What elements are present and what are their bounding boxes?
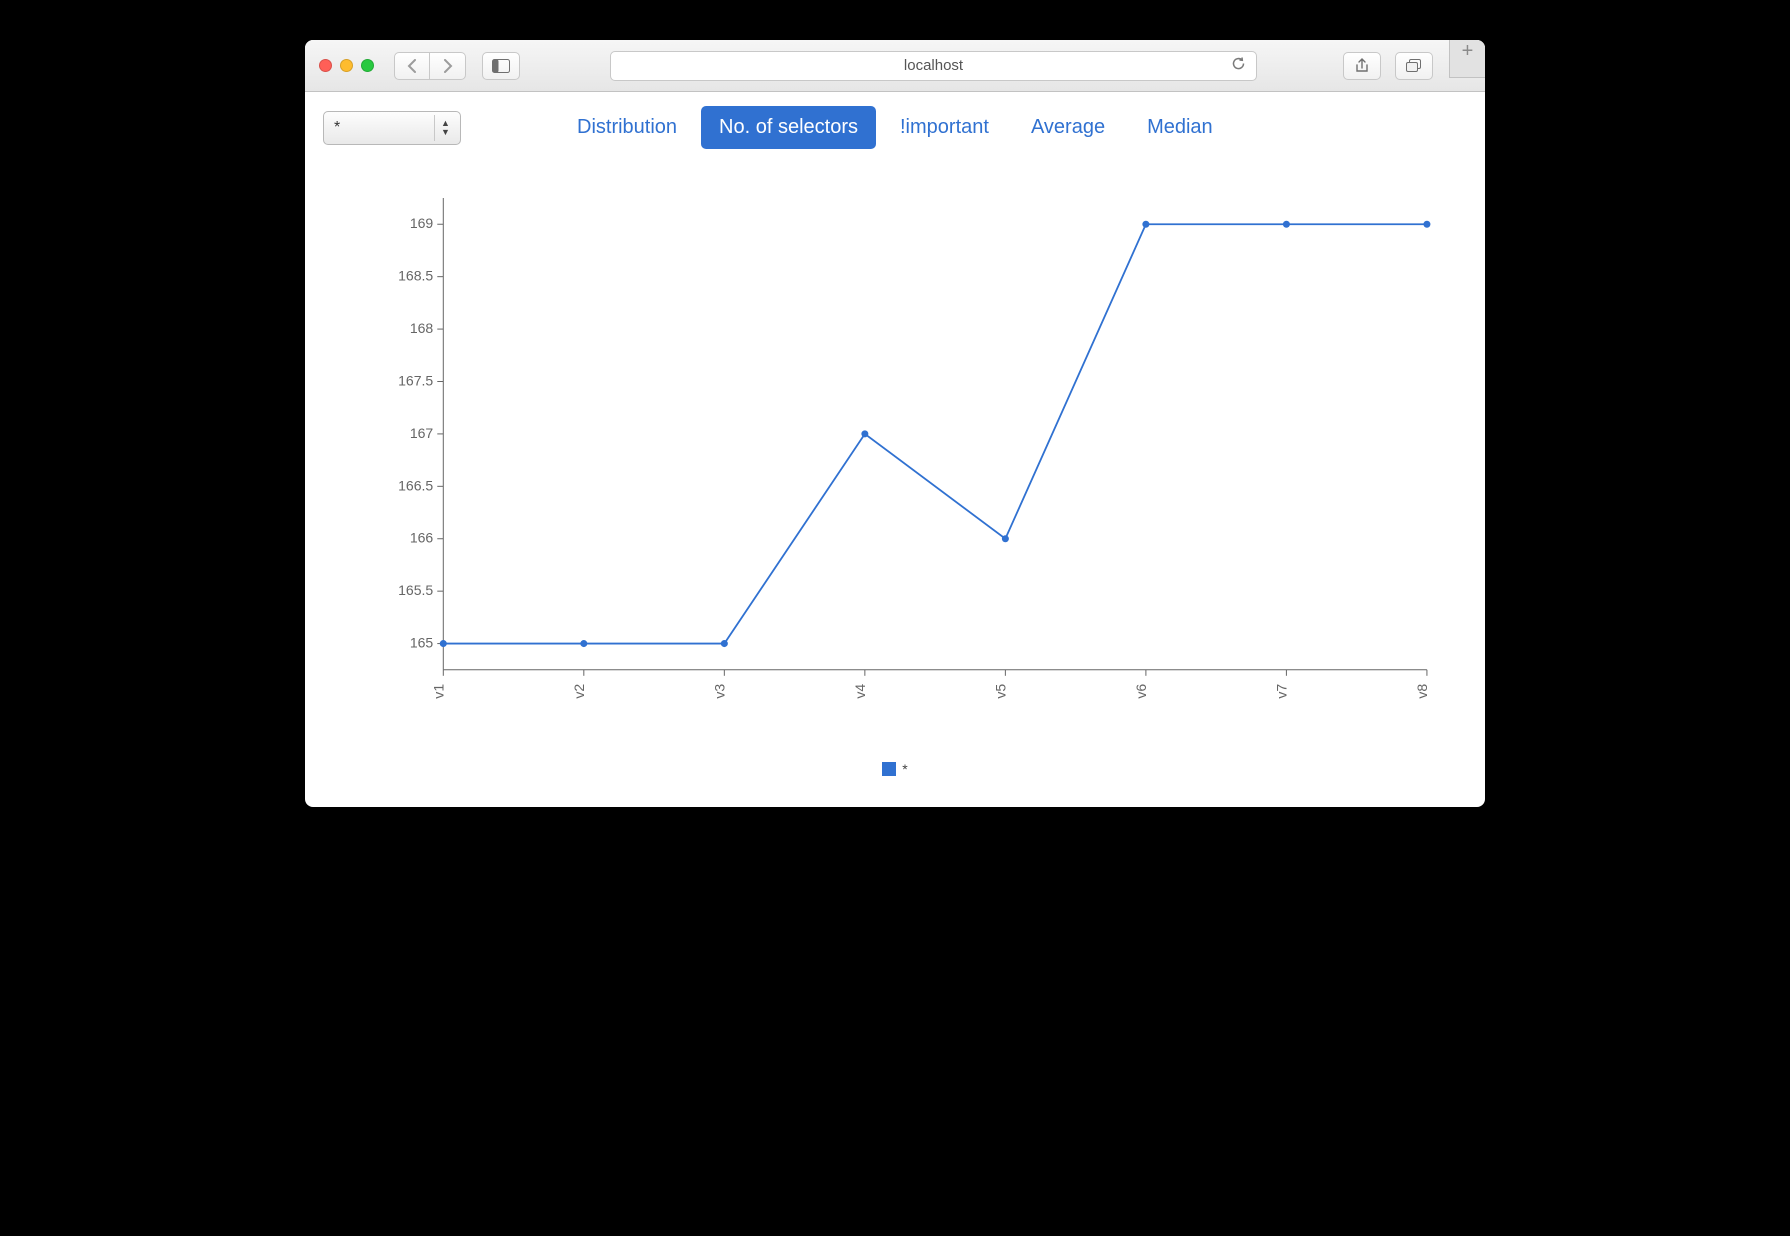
sidebar-toggle-button[interactable] <box>482 52 520 80</box>
url-text: localhost <box>904 57 963 74</box>
tab-median[interactable]: Median <box>1129 106 1231 149</box>
plus-icon: + <box>1462 40 1474 63</box>
tabs-icon <box>1406 59 1422 73</box>
page-content: * ▲▼ DistributionNo. of selectors!import… <box>305 92 1485 807</box>
svg-text:v2: v2 <box>571 684 587 699</box>
new-tab-button[interactable]: + <box>1449 40 1485 78</box>
svg-text:166.5: 166.5 <box>398 477 433 493</box>
titlebar: localhost + <box>305 40 1485 92</box>
tab-distribution[interactable]: Distribution <box>559 106 695 149</box>
nav-buttons <box>394 52 466 80</box>
right-toolbar <box>1337 52 1433 80</box>
chart-area: 165 165.5 166 166.5 167 167.5 168 168.5 169 v1 v2 v… <box>363 169 1447 749</box>
line-chart: 165 165.5 166 166.5 167 167.5 168 168.5 169 v1 v2 v… <box>363 169 1447 749</box>
reload-button[interactable] <box>1231 56 1246 75</box>
svg-text:v5: v5 <box>992 684 1008 699</box>
tabs-button[interactable] <box>1395 52 1433 80</box>
close-window-button[interactable] <box>319 59 332 72</box>
metric-tabs: DistributionNo. of selectors!importantAv… <box>559 106 1231 149</box>
minimize-window-button[interactable] <box>340 59 353 72</box>
share-icon <box>1355 58 1369 74</box>
svg-text:v6: v6 <box>1133 684 1149 699</box>
dropdown-arrows-icon: ▲▼ <box>434 115 456 141</box>
selector-value: * <box>334 119 340 137</box>
zoom-window-button[interactable] <box>361 59 374 72</box>
svg-text:165: 165 <box>410 635 434 651</box>
controls-row: * ▲▼ DistributionNo. of selectors!import… <box>323 106 1467 149</box>
svg-text:v4: v4 <box>852 684 868 699</box>
back-button[interactable] <box>394 52 430 80</box>
svg-text:v1: v1 <box>430 684 446 699</box>
svg-text:v7: v7 <box>1273 684 1289 699</box>
svg-text:166: 166 <box>410 530 434 546</box>
reload-icon <box>1231 56 1246 71</box>
svg-text:167: 167 <box>410 425 434 441</box>
forward-button[interactable] <box>430 52 466 80</box>
selector-dropdown[interactable]: * ▲▼ <box>323 111 461 145</box>
share-button[interactable] <box>1343 52 1381 80</box>
chevron-right-icon <box>443 59 453 73</box>
svg-text:165.5: 165.5 <box>398 582 433 598</box>
tab-no-of-selectors[interactable]: No. of selectors <box>701 106 876 149</box>
tab-important[interactable]: !important <box>882 106 1007 149</box>
address-bar[interactable]: localhost <box>610 51 1257 81</box>
svg-text:169: 169 <box>410 215 434 231</box>
svg-text:167.5: 167.5 <box>398 373 433 389</box>
sidebar-icon <box>492 59 510 73</box>
svg-text:v3: v3 <box>711 684 727 699</box>
tab-average[interactable]: Average <box>1013 106 1123 149</box>
legend-label: * <box>902 761 907 777</box>
svg-text:168: 168 <box>410 320 434 336</box>
chart-legend: * <box>323 761 1467 777</box>
svg-text:v8: v8 <box>1414 684 1430 699</box>
browser-window: localhost + <box>305 40 1485 807</box>
chevron-left-icon <box>407 59 417 73</box>
window-controls <box>319 59 374 72</box>
svg-text:168.5: 168.5 <box>398 268 433 284</box>
legend-swatch <box>882 762 896 776</box>
